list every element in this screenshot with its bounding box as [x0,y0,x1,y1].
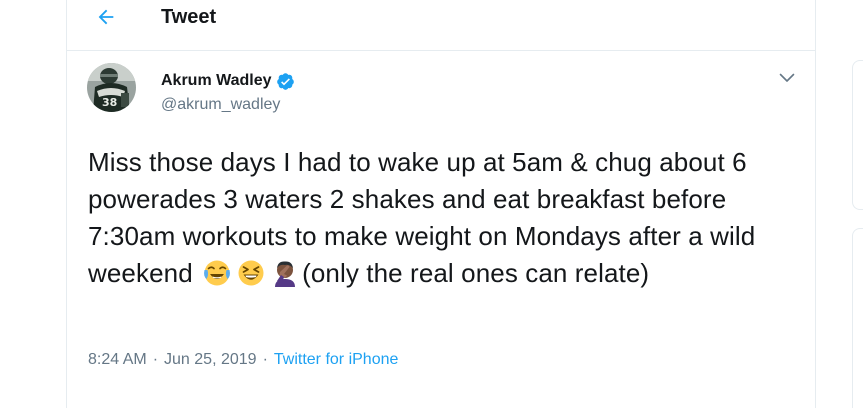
avatar[interactable]: 38 [87,63,136,112]
meta-separator: · [262,351,268,368]
tweet-text-tail: (only the real ones can relate) [302,258,650,288]
tweet-text: Miss those days I had to wake up at 5am … [88,144,798,292]
more-options-button[interactable] [775,68,799,88]
jersey-number: 38 [102,96,117,109]
author-handle[interactable]: @akrum_wadley [161,95,280,115]
avatar-image: 38 [87,63,136,112]
author-name-link[interactable]: Akrum Wadley [161,71,295,91]
verified-badge-icon [276,72,295,91]
tweet-detail-page: Tweet 38 Akrum Wadley @akrum_wadley Miss… [0,0,863,408]
page-title: Tweet [161,6,217,28]
tweet-date[interactable]: Jun 25, 2019 [164,350,257,370]
page-header: Tweet [67,0,815,51]
sidebar-card-edge [852,228,863,408]
person-facepalming-emoji [271,259,299,287]
tweet-meta: 8:24 AM · Jun 25, 2019 · Twitter for iPh… [88,350,398,370]
tweet-source-link[interactable]: Twitter for iPhone [274,350,399,370]
tweet-time[interactable]: 8:24 AM [88,350,147,370]
arrow-left-icon [98,9,114,25]
meta-separator: · [152,351,159,368]
main-column: Tweet 38 Akrum Wadley @akrum_wadley Miss… [66,0,816,408]
author-name: Akrum Wadley [161,72,272,89]
back-button[interactable] [91,2,121,32]
grinning-squinting-face-emoji [237,259,265,287]
sidebar-card-edge [852,60,863,210]
chevron-down-icon [779,73,795,82]
face-with-tears-of-joy-emoji [203,259,231,287]
